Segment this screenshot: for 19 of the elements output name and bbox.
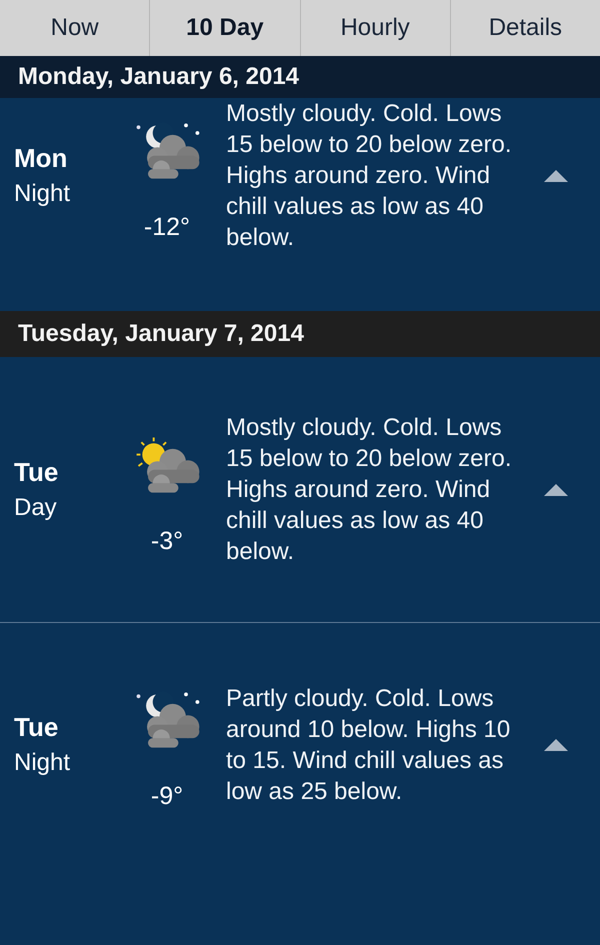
forecast-text: Mostly cloudy. Cold. Lows 15 below to 20 below zero. Highs around zero. Wind chill values as low as 40 below. <box>226 99 513 253</box>
forecast-text: Partly cloudy. Cold. Lows around 10 below. Highs 10 to 15. Wind chill values as low as 25 below. <box>226 684 512 806</box>
triangle-up-icon[interactable] <box>544 738 568 750</box>
forecast-row[interactable]: Mon Night -12° Mostly cloudy. Cold. Lows 15 below to 20 below zero. Highs around zero. Wind chill values as low as 40 below. <box>0 98 600 311</box>
period-label: Night <box>14 180 72 208</box>
forecast-text: Mostly cloudy. Cold. Lows 15 below to 20 below zero. Highs around zero. Wind chill values as low as 40 below. <box>226 413 513 567</box>
triangle-up-icon[interactable] <box>544 484 568 496</box>
forecast-row[interactable]: Tue Day -3° Mostly cloudy. Cold. Lows 15 below to 20 below zero. Highs around zero. Wind chill values as low as 40 below. <box>0 357 600 622</box>
temperature: -3° <box>150 527 184 556</box>
date-label: Tuesday, January 7, 2014 <box>18 320 304 348</box>
period-label: Day <box>14 494 58 522</box>
date-label: Monday, January 6, 2014 <box>18 63 300 91</box>
temperature: -12° <box>144 213 190 242</box>
day-label: Mon <box>14 143 68 174</box>
period-label: Night <box>14 749 72 777</box>
triangle-up-icon[interactable] <box>544 170 568 182</box>
day-label: Tue <box>14 457 60 488</box>
day-label: Tue <box>14 712 60 743</box>
temperature: -9° <box>150 782 184 811</box>
